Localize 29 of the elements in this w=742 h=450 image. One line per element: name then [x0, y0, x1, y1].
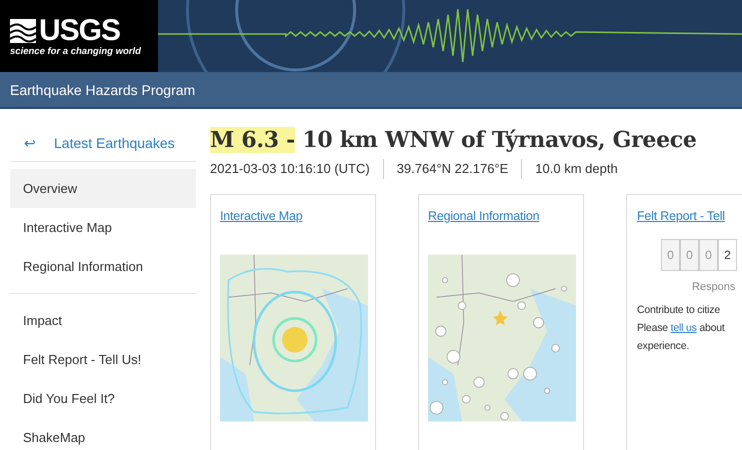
sidebar-item[interactable]: Overview: [10, 169, 196, 208]
sidebar-item[interactable]: Impact: [10, 301, 196, 340]
usgs-logo[interactable]: USGS science for a changing world: [0, 0, 158, 72]
card-title-link[interactable]: Felt Report - Tell: [637, 209, 725, 223]
felt-text: Contribute to citize: [637, 303, 721, 318]
responses-label: Respons: [692, 281, 736, 293]
sidebar-item[interactable]: Regional Information: [10, 247, 196, 286]
event-title: M 6.3 - 10 km WNW of Týrnavos, Greece: [210, 127, 698, 153]
sidebar-item[interactable]: Did You Feel It?: [10, 379, 196, 418]
program-title: Earthquake Hazards Program: [10, 82, 196, 98]
wave-logo-icon: [10, 18, 36, 42]
back-arrow-icon: ↩: [24, 135, 36, 151]
counter-digit: 0: [661, 239, 680, 271]
card-title-link[interactable]: Regional Information: [428, 209, 540, 223]
felt-text: Please: [637, 322, 668, 334]
sidebar-item[interactable]: Felt Report - Tell Us!: [10, 340, 196, 379]
counter-digit: 0: [680, 239, 699, 271]
sidebar-item[interactable]: Interactive Map: [10, 208, 196, 247]
event-detail: 2021-03-03 10:16:10 (UTC): [210, 160, 371, 178]
counter-digit: 0: [699, 239, 718, 271]
sidebar-item[interactable]: ShakeMap: [10, 418, 196, 450]
tell-us-link[interactable]: tell us: [670, 322, 697, 334]
latest-earthquakes-link[interactable]: ↩ Latest Earthquakes: [10, 135, 196, 162]
event-detail: 10.0 km depth: [521, 159, 631, 179]
counter-digit: 2: [718, 239, 737, 271]
card-title-link[interactable]: Interactive Map: [220, 209, 302, 223]
event-detail: 39.764°N 22.176°E: [382, 159, 522, 179]
felt-text: experience.: [637, 339, 690, 354]
felt-text: about: [699, 322, 725, 334]
